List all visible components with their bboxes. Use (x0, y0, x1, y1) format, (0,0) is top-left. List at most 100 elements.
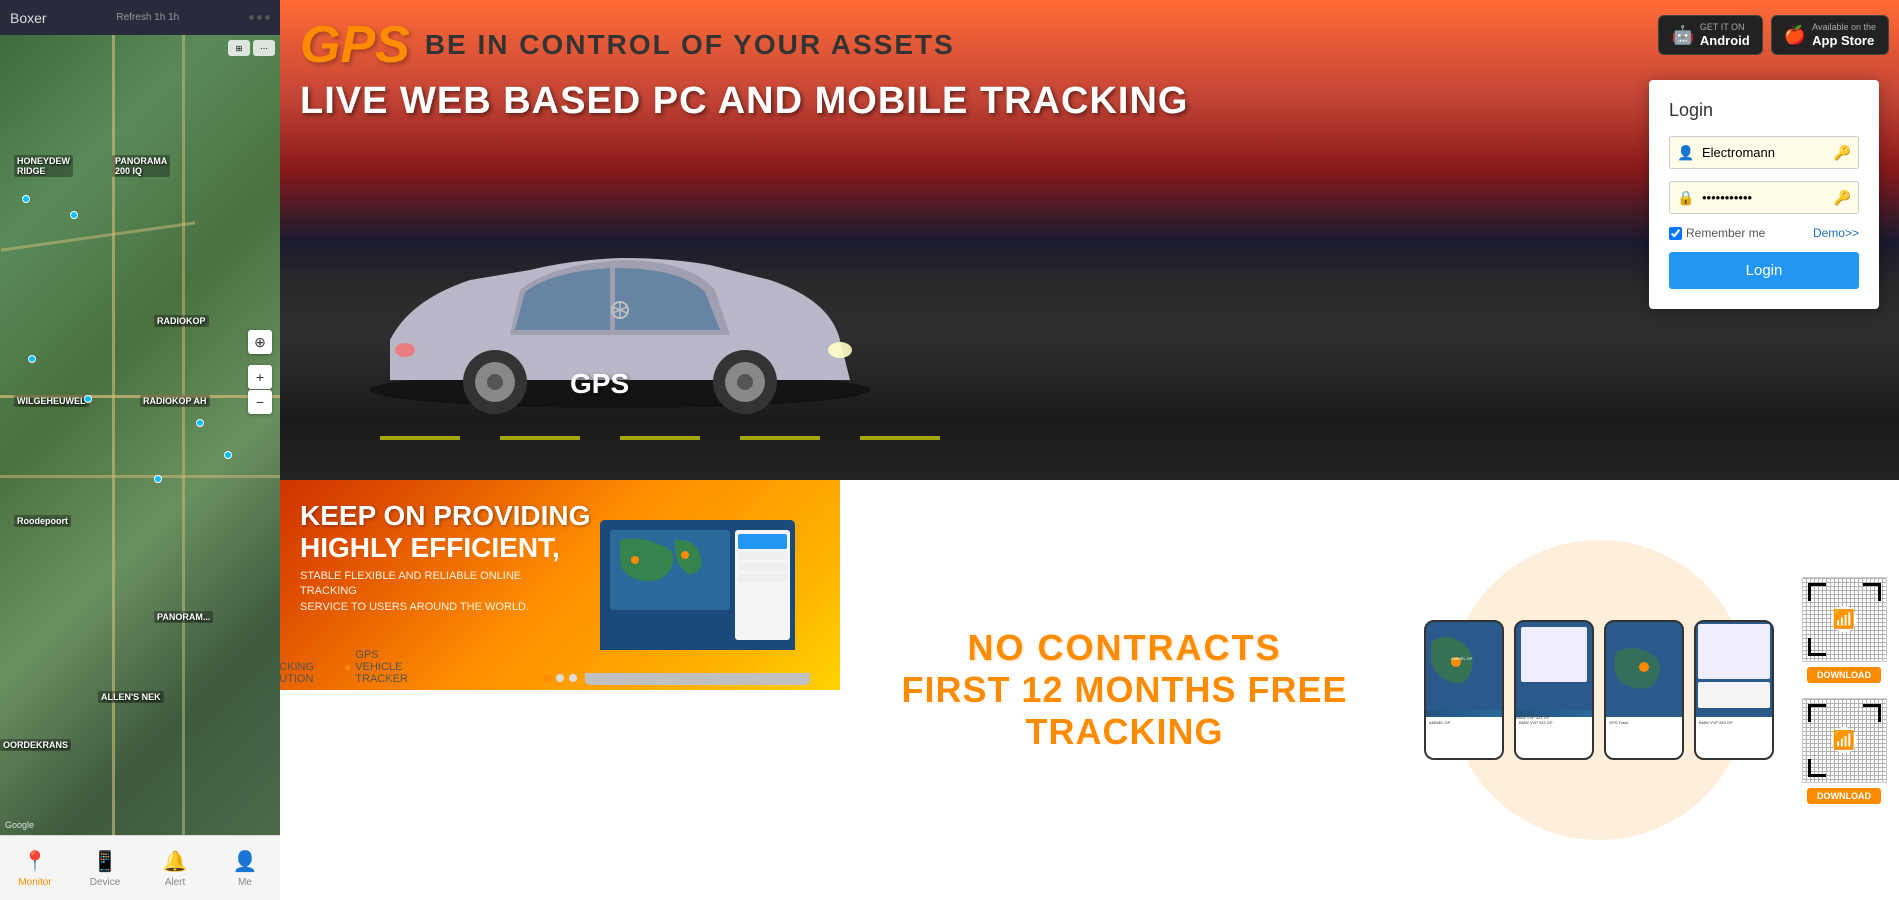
road-v2 (182, 35, 185, 835)
footer-link-2[interactable]: ● GPS TRACKING SOLUTION (280, 649, 314, 685)
svg-text:AMWEL GP: AMWEL GP (1451, 656, 1473, 661)
map-background: HONEYDEWRIDGE PANORAMA200 IQ RADIOKOP WI… (0, 35, 280, 835)
user-icon: 👤 (1677, 144, 1694, 161)
gps-icon-3: ● (344, 660, 351, 674)
search-icon[interactable]: 🔑 (1834, 144, 1851, 161)
app-store-button[interactable]: 🍎 Available on the App Store (1771, 15, 1889, 55)
nav-me[interactable]: 👤 Me (210, 836, 280, 900)
dot-2[interactable] (569, 674, 577, 682)
app-header: Boxer Refresh 1h 1h (0, 0, 280, 35)
gps-marker-5 (196, 419, 204, 427)
available-on: Available on the (1812, 22, 1876, 33)
phone-3: GPS Track (1604, 620, 1684, 760)
main-content: GPS BE IN CONTROL OF YOUR ASSETS 🤖 GET I… (280, 0, 1899, 900)
alert-icon: 🔔 (163, 849, 188, 874)
me-icon: 👤 (233, 849, 258, 874)
car-gps-label: GPS (570, 368, 629, 400)
promo-banner: KEEP ON PROVIDING HIGHLY EFFICIENT, STAB… (280, 480, 840, 690)
google-label: Google (5, 820, 34, 830)
zoom-in-button[interactable]: + (248, 365, 272, 389)
phone-3-info: GPS Track (1606, 717, 1682, 758)
qr-corner-tl-1 (1808, 583, 1826, 601)
eye-key-icon[interactable]: 🔑 (1834, 189, 1851, 206)
phone-2-info: BMW VVP 333 GP (1516, 717, 1592, 758)
phone-4: BMW VVP 333 GP (1694, 620, 1774, 760)
laptop-base (585, 673, 810, 685)
phone-4-screen: BMW VVP 333 GP (1696, 622, 1772, 758)
label-panoram: PANORAM... (154, 611, 213, 623)
dot-1[interactable] (556, 674, 564, 682)
nav-device-label: Device (90, 877, 121, 888)
login-panel: Login 👤 🔑 🔒 🔑 Remember me Demo>> Login (1649, 80, 1879, 309)
laptop-screen (600, 520, 795, 650)
stable-text: STABLE FLEXIBLE AND RELIABLE ONLINE TRAC… (300, 569, 540, 615)
no-contracts-text: NO CONTRACTS (968, 627, 1282, 669)
android-label: Android (1700, 33, 1750, 49)
map-icon2[interactable]: ⋯ (253, 40, 275, 56)
apple-text: Available on the App Store (1812, 22, 1876, 48)
nav-alert-label: Alert (165, 877, 186, 888)
android-button[interactable]: 🤖 GET IT ON Android (1658, 15, 1762, 55)
location-button[interactable]: ⊕ (248, 330, 272, 354)
password-field: 🔒 🔑 (1669, 181, 1859, 214)
qr-center-icon-1: 📶 (1831, 606, 1857, 632)
app-store-buttons: 🤖 GET IT ON Android 🍎 Available on the A… (1658, 15, 1889, 55)
label-radiokop: RADIOKOP (154, 315, 209, 327)
android-qr-code: 📶 (1802, 577, 1887, 662)
android-download-btn[interactable]: DOWNLOAD (1807, 667, 1881, 683)
label-wilgeheuwel: WILGEHEUWEL (14, 395, 89, 407)
password-input[interactable] (1669, 181, 1859, 214)
gps-marker-3 (28, 355, 36, 363)
header-dots (249, 15, 270, 20)
highly-efficient-text: HIGHLY EFFICIENT, (300, 532, 590, 564)
phone-1-screen: AMWEL GP AMWEL GP (1426, 622, 1502, 758)
keep-on-text: KEEP ON PROVIDING (300, 500, 590, 532)
remember-me-checkbox[interactable] (1669, 227, 1682, 240)
laptop-screen-content (600, 520, 795, 650)
login-options: Remember me Demo>> (1669, 226, 1859, 240)
remember-me-text: Remember me (1686, 226, 1765, 240)
laptop-image (580, 515, 840, 690)
tagline-text: BE IN CONTROL OF YOUR ASSETS (425, 29, 955, 61)
demo-link[interactable]: Demo>> (1813, 226, 1859, 240)
nav-device[interactable]: 📱 Device (70, 836, 140, 900)
car-image: GPS (330, 180, 930, 460)
gps-marker-6 (224, 451, 232, 459)
road-2 (0, 475, 280, 478)
top-section: GPS BE IN CONTROL OF YOUR ASSETS 🤖 GET I… (280, 0, 1899, 480)
label-radiokop-ah: RADIOKOP AH (140, 395, 210, 407)
phone-4-map (1696, 622, 1772, 717)
nav-monitor[interactable]: 📍 Monitor (0, 836, 70, 900)
qr-codes-section: 📶 DOWNLOAD 📶 DOWNLOAD (1789, 480, 1899, 900)
phone-1: AMWEL GP AMWEL GP (1424, 620, 1504, 760)
phone-map-svg-1: AMWEL GP (1426, 622, 1502, 710)
android-text: GET IT ON Android (1700, 22, 1750, 48)
label-allens: ALLEN'S NEK (98, 691, 164, 703)
ios-download-btn[interactable]: DOWNLOAD (1807, 788, 1881, 804)
map-top-controls: ⊞ ⋯ (228, 40, 275, 56)
nav-monitor-label: Monitor (18, 877, 51, 888)
footer-link-label-2: GPS TRACKING SOLUTION (280, 649, 314, 685)
nav-me-label: Me (238, 877, 252, 888)
ios-qr-container: 📶 DOWNLOAD (1799, 698, 1889, 804)
qr-corner-tr-1 (1863, 583, 1881, 601)
phone-2: BMW VVP 333 GP BMW VVP 333 GP (1514, 620, 1594, 760)
app-title: Boxer (10, 10, 47, 26)
nav-alert[interactable]: 🔔 Alert (140, 836, 210, 900)
zoom-out-button[interactable]: − (248, 390, 272, 414)
android-icon: 🤖 (1671, 25, 1693, 46)
login-title: Login (1669, 100, 1859, 121)
remember-me-label[interactable]: Remember me (1669, 226, 1765, 240)
phone-2-screen: BMW VVP 333 GP BMW VVP 333 GP (1516, 622, 1592, 758)
login-button[interactable]: Login (1669, 252, 1859, 289)
phone-3-map (1606, 622, 1682, 717)
bottom-section: KEEP ON PROVIDING HIGHLY EFFICIENT, STAB… (280, 480, 1899, 900)
map-view[interactable]: HONEYDEWRIDGE PANORAMA200 IQ RADIOKOP WI… (0, 35, 280, 835)
footer-link-3[interactable]: ● GPS VEHICLE TRACKER (344, 649, 408, 685)
live-tracking-section: LIVE WEB BASED PC AND MOBILE TRACKING (300, 80, 1189, 123)
phone-4-info: BMW VVP 333 GP (1696, 717, 1772, 758)
username-input[interactable] (1669, 136, 1859, 169)
dot-active[interactable] (543, 674, 551, 682)
phone-mockups-section: AMWEL GP AMWEL GP BMW VVP 333 GP (1409, 480, 1789, 900)
map-icon1[interactable]: ⊞ (228, 40, 250, 56)
